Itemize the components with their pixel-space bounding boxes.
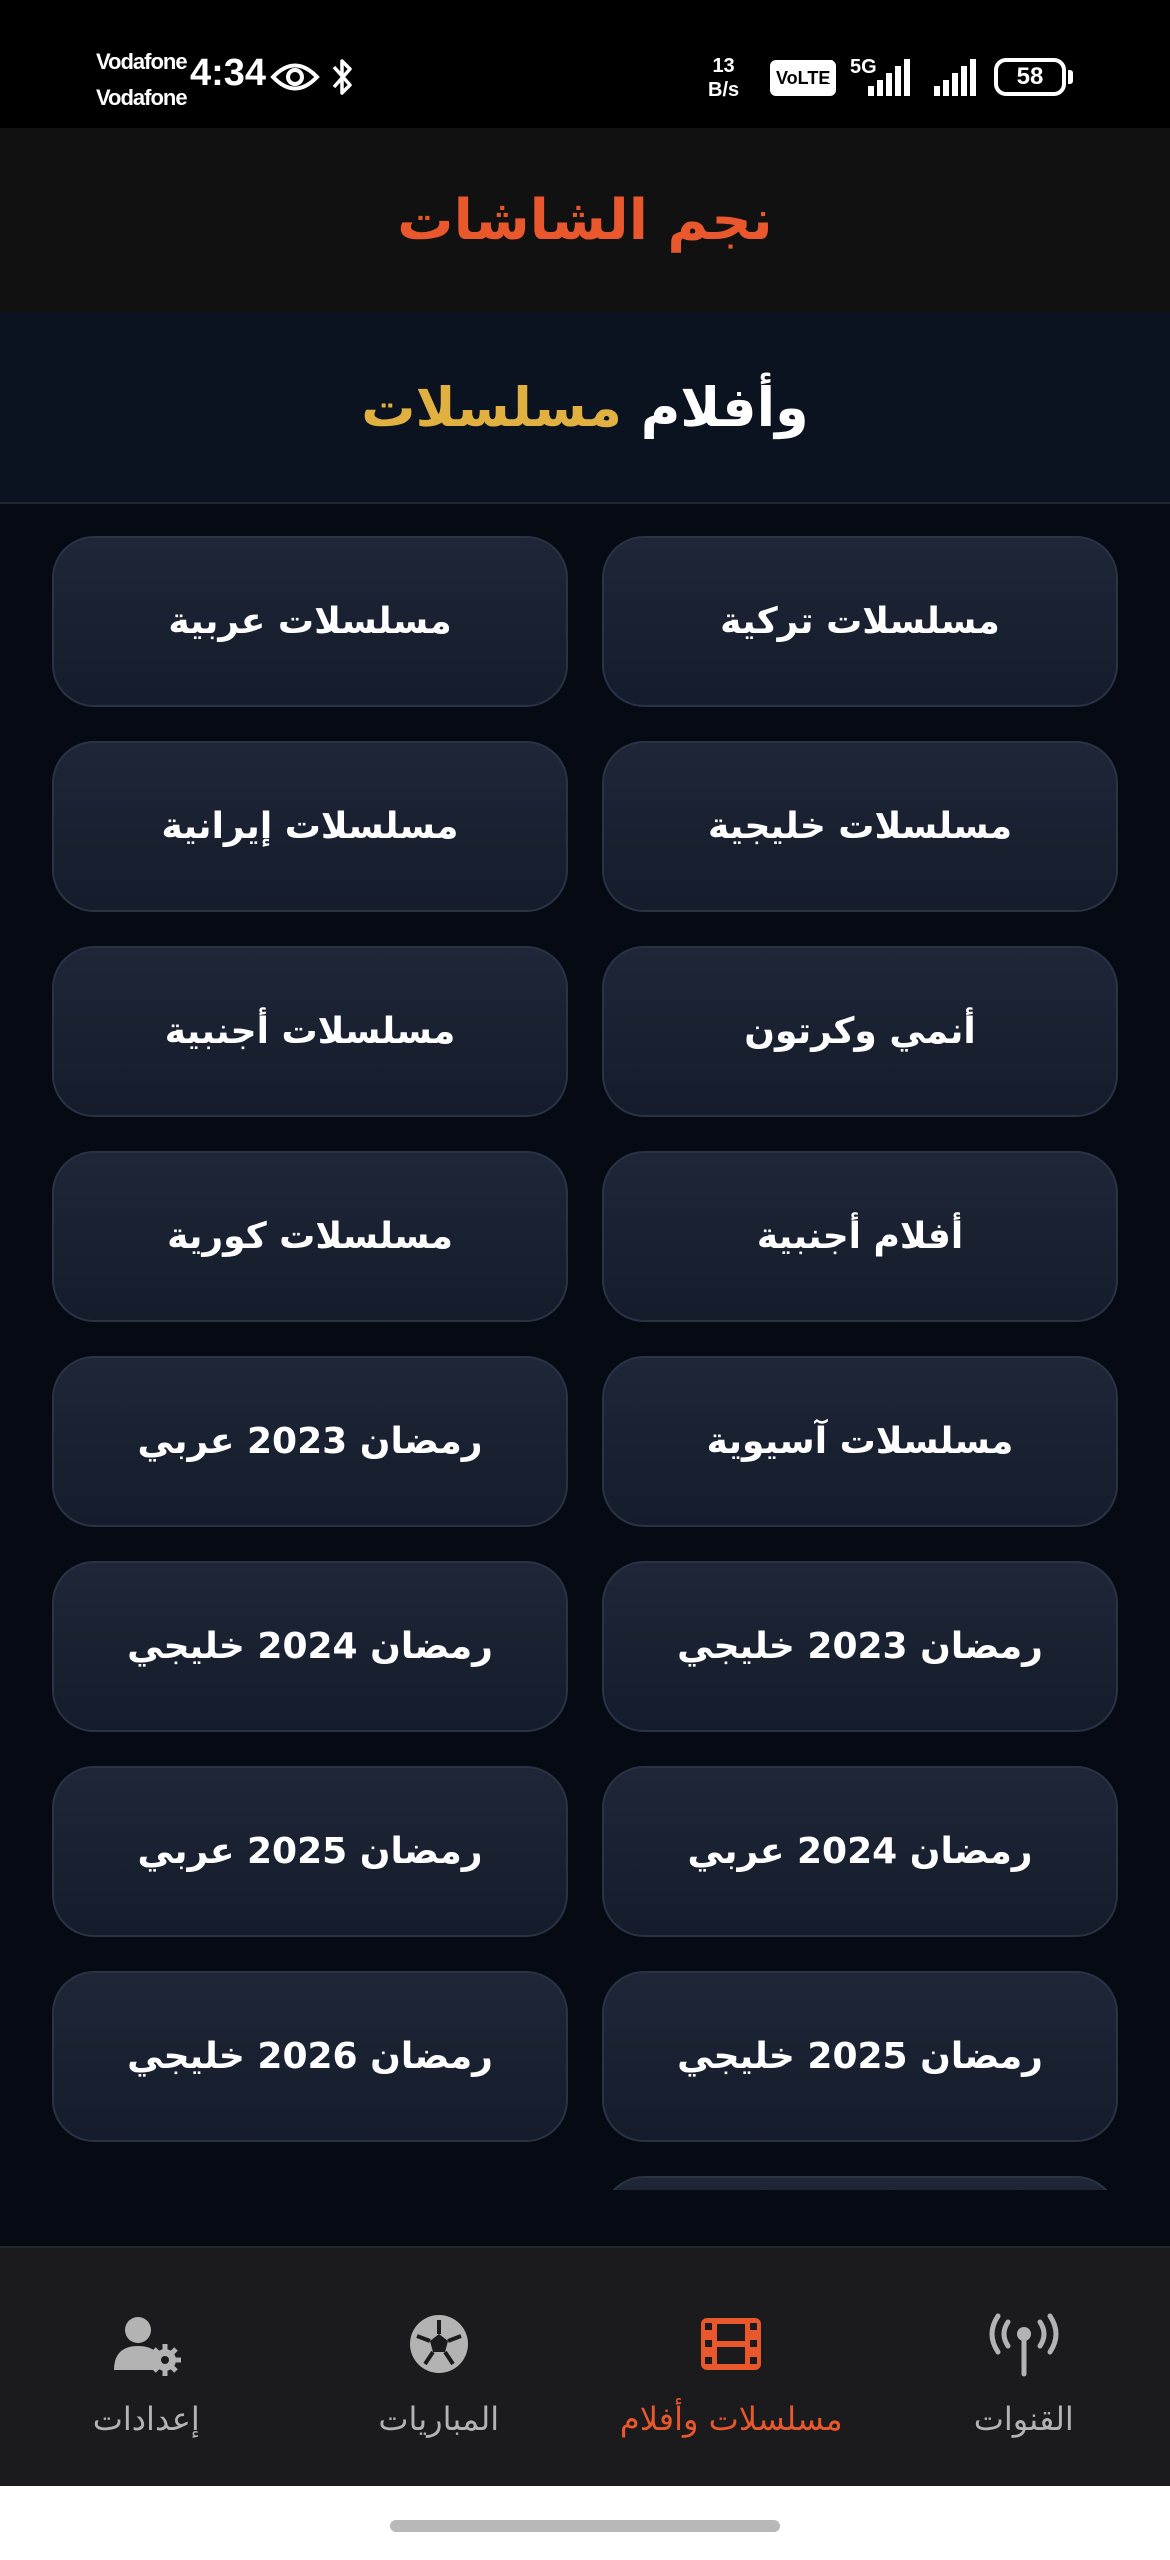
category-grid-area[interactable]: مسلسلات تركية مسلسلات عربية مسلسلات خليجية… (0, 506, 1170, 2190)
nav-label: مسلسلات وأفلام (619, 2400, 843, 2438)
category-card[interactable]: مسلسلات كورية (52, 1151, 568, 1322)
category-card[interactable]: مسلسلات خليجية (602, 741, 1118, 912)
category-card[interactable]: رمضان 2025 خليجي (602, 1971, 1118, 2142)
section-title-part2: مسلسلات (361, 375, 622, 439)
category-card[interactable]: رمضان 2024 خليجي (52, 1561, 568, 1732)
nav-item-series-movies[interactable]: مسلسلات وأفلام (585, 2248, 878, 2486)
clock: 4:34 (190, 52, 267, 94)
category-card[interactable]: رمضان 2024 عربي (602, 1766, 1118, 1937)
signal-icon (868, 59, 910, 96)
category-card[interactable]: مسلسلات تركية (602, 536, 1118, 707)
category-card[interactable]: أنمي وكرتون (602, 946, 1118, 1117)
category-card[interactable]: رمضان 2025 عربي (52, 1766, 568, 1937)
section-title-part1: وأفلام (640, 375, 809, 439)
carrier-names: Vodafone Vodafone (96, 44, 188, 116)
category-card[interactable]: مسلسلات آسيوية (602, 1356, 1118, 1527)
film-icon (701, 2318, 762, 2370)
category-grid: مسلسلات تركية مسلسلات عربية مسلسلات خليجية… (52, 536, 1118, 2190)
home-indicator[interactable] (390, 2520, 780, 2532)
nav-item-matches[interactable]: المباريات (293, 2248, 586, 2486)
signal-icon (934, 59, 976, 96)
category-card[interactable]: رمضان 2023 خليجي (602, 1561, 1118, 1732)
battery-indicator: 58 (994, 58, 1073, 96)
nav-item-channels[interactable]: القنوات (878, 2248, 1170, 2486)
category-card[interactable]: رمضان 2026 خليجي (52, 1971, 568, 2142)
bottom-nav: القنوات مسلسلات وأفلام المباريات إعدادات (0, 2246, 1170, 2486)
category-card[interactable]: مسلسلات أجنبية (52, 946, 568, 1117)
section-title: وأفلام مسلسلات (361, 376, 808, 439)
category-card[interactable] (602, 2176, 1118, 2190)
category-card[interactable]: مسلسلات إيرانية (52, 741, 568, 912)
nav-label: القنوات (973, 2400, 1074, 2438)
eye-icon (270, 63, 320, 91)
nav-item-settings[interactable]: إعدادات (0, 2248, 293, 2486)
user-settings-icon (114, 2317, 182, 2376)
carrier-1: Vodafone (96, 49, 188, 74)
category-card[interactable]: مسلسلات عربية (52, 536, 568, 707)
category-card[interactable]: رمضان 2023 عربي (52, 1356, 568, 1527)
section-header: وأفلام مسلسلات (0, 312, 1170, 504)
screen: Vodafone Vodafone 4:34 13 B/s VoLTE 1 2 … (0, 0, 1170, 2560)
bluetooth-icon (332, 59, 352, 95)
gesture-bar-area (0, 2486, 1170, 2560)
status-bar: Vodafone Vodafone 4:34 13 B/s VoLTE 1 2 … (0, 0, 1170, 128)
carrier-2: Vodafone (96, 85, 188, 110)
network-speed: 13 B/s (708, 55, 740, 101)
app-bar: نجم الشاشات (0, 128, 1170, 312)
football-icon (409, 2315, 468, 2373)
broadcast-tower-icon (989, 2313, 1059, 2377)
sim-index: 1 2 (827, 57, 836, 94)
app-title: نجم الشاشات (397, 187, 773, 253)
nav-label: إعدادات (92, 2400, 200, 2438)
nav-label: المباريات (378, 2400, 500, 2438)
category-card[interactable]: أفلام أجنبية (602, 1151, 1118, 1322)
